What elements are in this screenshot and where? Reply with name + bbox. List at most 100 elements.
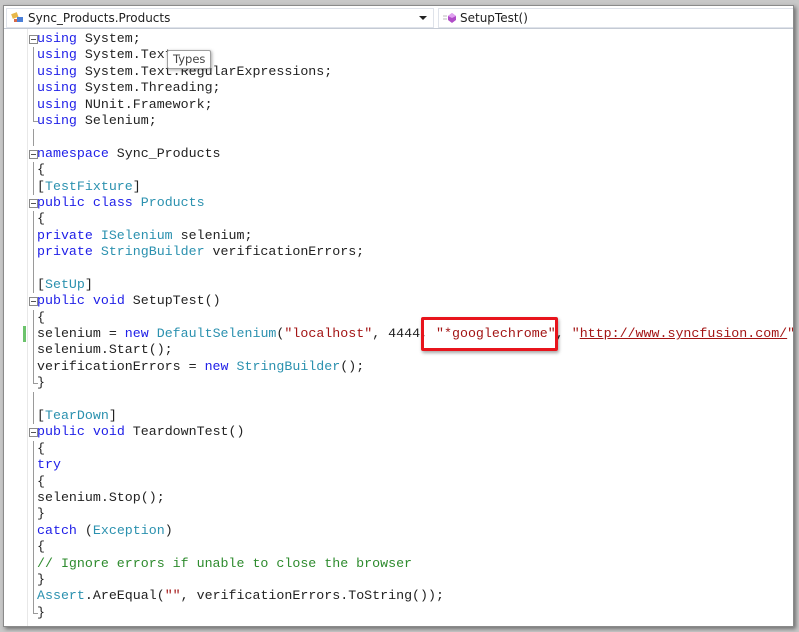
outline-line bbox=[33, 375, 34, 384]
chevron-down-icon[interactable] bbox=[419, 16, 427, 20]
code-line: { bbox=[33, 440, 793, 458]
code-token: selenium = bbox=[37, 326, 125, 342]
code-line: selenium.Start(); bbox=[33, 342, 793, 359]
collapse-toggle-icon[interactable] bbox=[29, 35, 38, 44]
code-token: verificationErrors; bbox=[204, 244, 365, 260]
code-token: verificationErrors = bbox=[37, 358, 205, 374]
code-token: { bbox=[37, 473, 45, 489]
code-token: Sync_Products bbox=[108, 145, 221, 161]
code-token: using bbox=[37, 31, 77, 46]
code-line: // Ignore errors if unable to close the … bbox=[33, 555, 793, 572]
code-token: selenium.Start(); bbox=[37, 342, 173, 358]
outline-line bbox=[33, 473, 34, 490]
code-token: using bbox=[37, 112, 77, 128]
code-token: public bbox=[37, 194, 85, 210]
code-token: ] bbox=[108, 407, 117, 423]
outline-line bbox=[33, 112, 34, 121]
code-token: private bbox=[37, 227, 93, 243]
outline-line bbox=[33, 162, 34, 179]
outline-line bbox=[33, 571, 34, 589]
code-line: using System; bbox=[29, 31, 793, 47]
code-token: , verificationErrors.ToString()); bbox=[180, 588, 444, 604]
code-token: } bbox=[37, 604, 45, 620]
code-line bbox=[33, 260, 793, 277]
code-token: } bbox=[37, 506, 45, 522]
code-line: using System.Threading; bbox=[33, 80, 793, 97]
outline-line bbox=[33, 244, 34, 261]
code-token: "" bbox=[164, 588, 181, 604]
code-token: new bbox=[204, 358, 229, 374]
collapse-toggle-icon[interactable] bbox=[29, 297, 38, 307]
outline-line bbox=[33, 326, 34, 343]
code-line bbox=[33, 129, 793, 146]
code-token: ) bbox=[164, 522, 173, 538]
code-token: TeardownTest() bbox=[124, 424, 245, 440]
code-line: } bbox=[33, 571, 793, 589]
outline-line bbox=[33, 63, 34, 81]
code-line: { bbox=[33, 211, 793, 228]
code-line: public void TeardownTest() bbox=[29, 424, 793, 440]
code-token: Products bbox=[140, 194, 205, 210]
code-token: } bbox=[37, 375, 45, 391]
outline-line bbox=[33, 309, 34, 327]
code-line: [TestFixture] bbox=[33, 178, 793, 195]
code-token: StringBuilder bbox=[236, 358, 341, 374]
outline-line bbox=[33, 604, 34, 613]
code-line: selenium.Stop(); bbox=[33, 489, 793, 507]
collapse-toggle-icon[interactable] bbox=[29, 198, 38, 208]
code-token: System.Text; bbox=[76, 47, 181, 63]
code-line: selenium = new DefaultSelenium("localhos… bbox=[23, 326, 793, 343]
member-dropdown[interactable]: SetupTest() bbox=[438, 8, 793, 28]
code-token: Exception bbox=[92, 522, 165, 538]
outline-line bbox=[33, 522, 34, 540]
code-token: ISelenium bbox=[100, 227, 173, 243]
url-link[interactable]: http://www.syncfusion.com/ bbox=[580, 326, 787, 341]
code-text[interactable]: using System; using System.Text; using Sys… bbox=[23, 31, 793, 621]
code-line: { bbox=[33, 473, 793, 490]
code-token: DefaultSelenium bbox=[156, 326, 277, 342]
collapse-toggle-icon[interactable] bbox=[29, 149, 38, 159]
outline-line bbox=[33, 260, 34, 277]
code-token: TearDown bbox=[44, 407, 109, 423]
code-token: void bbox=[92, 293, 125, 309]
code-token: SetupTest() bbox=[124, 293, 221, 309]
code-token: TestFixture bbox=[44, 178, 133, 194]
code-token: [ bbox=[37, 178, 45, 194]
outline-line bbox=[33, 227, 34, 245]
collapse-toggle-icon[interactable] bbox=[29, 428, 38, 438]
type-dropdown-label: Sync_Products.Products bbox=[28, 11, 171, 25]
outline-line bbox=[33, 178, 34, 195]
code-token: { bbox=[37, 211, 45, 227]
code-token: StringBuilder bbox=[100, 244, 205, 260]
code-token: ( bbox=[76, 522, 93, 538]
code-token: " bbox=[571, 326, 580, 342]
code-token: try bbox=[37, 457, 61, 473]
type-dropdown[interactable]: Sync_Products.Products bbox=[6, 8, 434, 28]
code-token: new bbox=[124, 326, 149, 342]
code-line: catch (Exception) bbox=[33, 522, 793, 540]
code-line: private ISelenium selenium; bbox=[33, 227, 793, 245]
outline-line bbox=[33, 211, 34, 228]
tooltip: Types bbox=[167, 50, 212, 69]
code-line: using NUnit.Framework; bbox=[33, 96, 793, 113]
outline-end-tick bbox=[33, 120, 38, 122]
outline-line bbox=[33, 391, 34, 408]
code-token: Assert bbox=[37, 588, 85, 604]
editor-area[interactable]: using System; using System.Text; using Sys… bbox=[4, 29, 793, 626]
outline-line bbox=[33, 80, 34, 97]
code-token: using bbox=[37, 63, 77, 79]
code-line: [SetUp] bbox=[33, 276, 793, 294]
outline-line bbox=[33, 407, 34, 425]
annotation-highlight-box bbox=[421, 317, 558, 351]
outline-line bbox=[33, 440, 34, 458]
outline-line bbox=[33, 342, 34, 359]
code-token: private bbox=[37, 244, 93, 260]
code-token: " bbox=[787, 326, 793, 341]
code-editor-window: Sync_Products.Products SetupTest() using… bbox=[3, 5, 794, 627]
